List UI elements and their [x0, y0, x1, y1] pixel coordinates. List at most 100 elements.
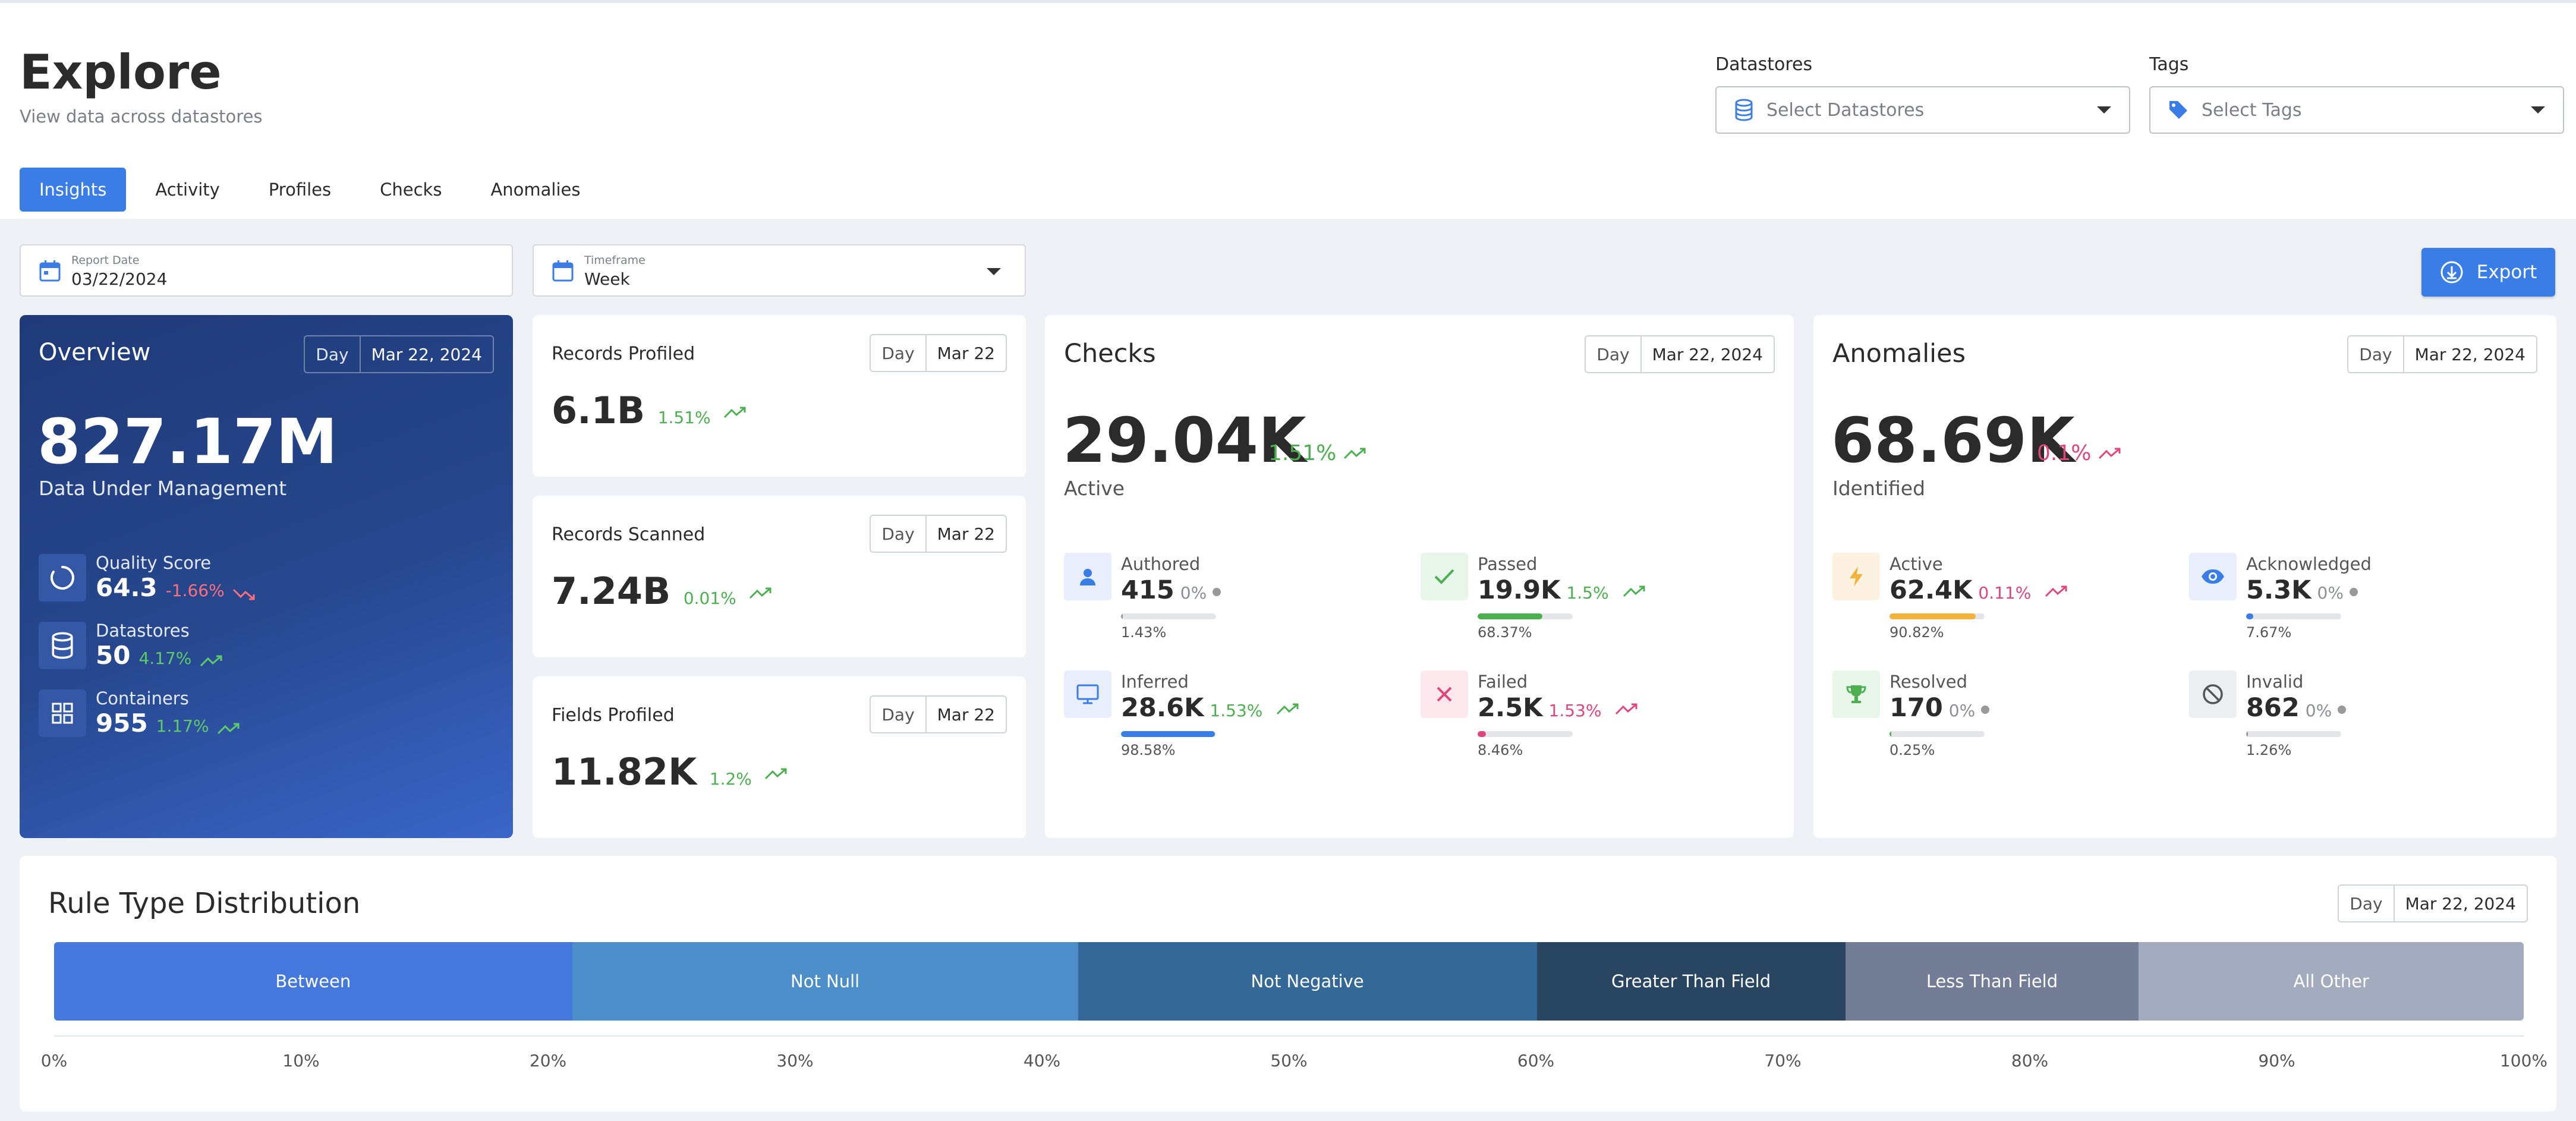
overview-row-label: Datastores [96, 621, 190, 641]
date-label: Mar 22 [937, 524, 995, 544]
export-button[interactable]: Export [2421, 248, 2555, 297]
metric-bar-fill [2246, 613, 2254, 619]
overview-row-datastores: Datastores 50 4.17% [39, 621, 223, 670]
database-icon [39, 621, 86, 669]
spinner-icon [39, 553, 86, 602]
stat-date-pill[interactable]: Day Mar 22 [870, 515, 1007, 553]
overview-row-change: -1.66% [165, 581, 225, 600]
metric-number: 2.5K [1478, 693, 1543, 723]
metric-value: 170 0% [1890, 693, 1990, 723]
period-label: Day [305, 336, 361, 372]
page-title: Explore [20, 45, 222, 100]
trend-up-icon [1276, 703, 1300, 716]
tab-checks[interactable]: Checks [360, 168, 461, 212]
records-profiled-card: Records Profiled Day Mar 22 6.1B 1.51% [533, 315, 1026, 477]
header-bar: Explore View data across datastores Data… [0, 0, 2576, 219]
period-label: Day [1586, 336, 1642, 372]
metric-change: 0.11% [1978, 583, 2032, 603]
metric-label: Invalid [2246, 672, 2304, 692]
rule-type-segment-not-negative[interactable]: Not Negative [1078, 942, 1537, 1021]
neutral-dot-icon [1213, 587, 1221, 596]
tab-insights[interactable]: Insights [20, 168, 127, 212]
metric-bar [1478, 731, 1573, 737]
rule-type-segment-all-other[interactable]: All Other [2139, 942, 2524, 1021]
axis-tick-label: 0% [40, 1051, 68, 1070]
metric-bar-pct: 1.43% [1121, 624, 1167, 641]
tab-activity[interactable]: Activity [136, 168, 239, 212]
trend-up-icon [1343, 448, 1367, 461]
rule-type-segment-not-null[interactable]: Not Null [572, 942, 1078, 1021]
rule-type-segment-between[interactable]: Between [54, 942, 572, 1021]
metric-value: 862 0% [2246, 693, 2347, 723]
rule-type-segment-greater-than-field[interactable]: Greater Than Field [1536, 942, 1846, 1021]
metric-number: 62.4K [1890, 575, 1973, 605]
anomalies-date-pill[interactable]: Day Mar 22, 2024 [2347, 335, 2537, 373]
close-icon [1421, 670, 1468, 718]
axis-tick-label: 70% [1764, 1051, 1802, 1070]
metric-change: 0% [1180, 583, 1207, 603]
trend-up-icon [749, 587, 773, 600]
metric-value: 28.6K 1.53% [1121, 693, 1300, 723]
trend-down-icon [232, 587, 256, 600]
tab-profiles[interactable]: Profiles [249, 168, 351, 212]
rule-type-segment-less-than-field[interactable]: Less Than Field [1845, 942, 2139, 1021]
axis-tick-label: 60% [1517, 1051, 1555, 1070]
report-date-field[interactable]: Report Date 03/22/2024 [20, 244, 513, 297]
report-date-value: 03/22/2024 [71, 269, 168, 289]
rule-type-title: Rule Type Distribution [48, 887, 361, 920]
metric-change: 0% [2317, 583, 2344, 603]
metric-bar [2246, 731, 2341, 737]
metric-bar-pct: 98.58% [1121, 742, 1176, 758]
fields-profiled-card: Fields Profiled Day Mar 22 11.82K 1.2% [533, 676, 1026, 838]
datastores-select[interactable]: Select Datastores [1715, 86, 2130, 134]
trend-up-icon [1623, 585, 1646, 599]
rule-type-date-pill[interactable]: Day Mar 22, 2024 [2338, 884, 2528, 922]
metric-value: 2.5K 1.53% [1478, 693, 1639, 723]
stat-title: Fields Profiled [552, 705, 675, 726]
overview-date-pill[interactable]: Day Mar 22, 2024 [304, 335, 494, 373]
axis-tick-label: 20% [529, 1051, 567, 1070]
overview-row-value: 50 [96, 641, 131, 670]
date-label: Mar 22, 2024 [2414, 344, 2525, 364]
metric-value: 415 0% [1121, 575, 1221, 605]
metric-bar-pct: 7.67% [2246, 624, 2292, 641]
anomalies-card: Anomalies Day Mar 22, 2024 68.69K 0.1% I… [1813, 315, 2556, 838]
neutral-dot-icon [2338, 705, 2347, 714]
metric-bar [1890, 613, 1985, 619]
overview-sublabel: Data Under Management [39, 477, 287, 500]
metric-change: 0% [1948, 701, 1976, 720]
stat-number: 11.82K [552, 750, 697, 793]
metric-change: 1.53% [1548, 701, 1602, 720]
metric-number: 19.9K [1478, 575, 1561, 605]
anomalies-change-text: 0.1% [2037, 441, 2092, 465]
metric-value: 5.3K 0% [2246, 575, 2358, 605]
tags-select[interactable]: Select Tags [2149, 86, 2564, 134]
tab-anomalies[interactable]: Anomalies [471, 168, 600, 212]
metric-label: Active [1890, 554, 1943, 574]
metric-bar-fill [2246, 731, 2249, 737]
report-date-label: Report Date [71, 254, 140, 267]
checks-value: 29.04K [1063, 404, 1306, 477]
checks-date-pill[interactable]: Day Mar 22, 2024 [1585, 335, 1775, 373]
stat-date-pill[interactable]: Day Mar 22 [870, 695, 1007, 733]
period-label: Day [871, 335, 927, 371]
metric-bar-fill [1890, 731, 1892, 737]
checks-change-text: 1.51% [1268, 441, 1337, 465]
period-label: Day [871, 697, 927, 732]
metric-label: Failed [1478, 672, 1528, 692]
trend-up-icon [723, 407, 747, 420]
overview-row-label: Containers [96, 688, 189, 709]
anomalies-change: 0.1% [2037, 441, 2122, 465]
records-scanned-card: Records Scanned Day Mar 22 7.24B 0.01% [533, 496, 1026, 657]
tag-icon [2168, 100, 2188, 120]
metric-label: Passed [1478, 554, 1538, 574]
anomalies-sublabel: Identified [1832, 477, 1926, 500]
metric-value: 19.9K 1.5% [1478, 575, 1646, 605]
stat-date-pill[interactable]: Day Mar 22 [870, 334, 1007, 372]
monitor-icon [1064, 670, 1111, 718]
datastores-label: Datastores [1715, 54, 1813, 75]
metric-bar-fill [1121, 731, 1215, 737]
anomalies-value: 68.69K [1831, 404, 2075, 477]
timeframe-select[interactable]: Timeframe Week [533, 244, 1026, 297]
metric-number: 862 [2246, 693, 2300, 723]
